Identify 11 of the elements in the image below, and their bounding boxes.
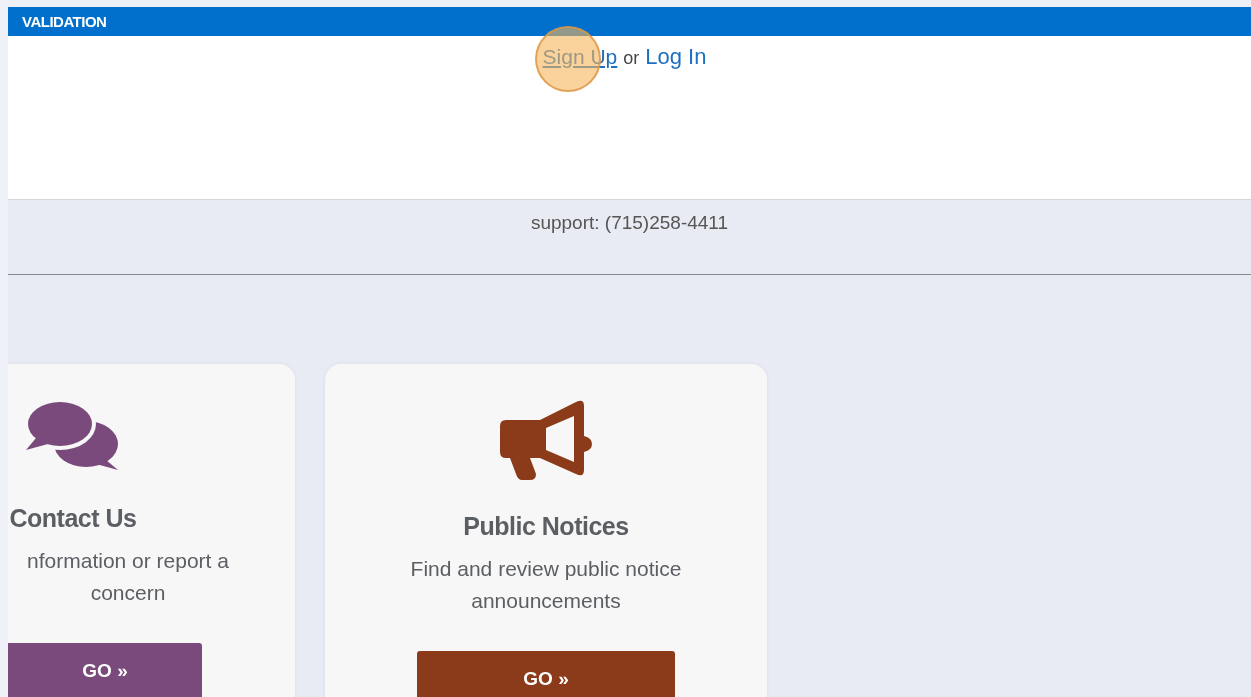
log-in-link[interactable]: Log In <box>645 44 707 70</box>
megaphone-icon <box>500 398 592 480</box>
separator-text: or <box>623 48 640 69</box>
go-button[interactable]: GO » <box>417 651 675 697</box>
header-bar: VALIDATION <box>8 7 1251 36</box>
card-title: Public Notices <box>463 512 629 541</box>
card-description: Find and review public notice announcements <box>409 556 683 614</box>
go-button[interactable]: GO » <box>8 643 202 697</box>
support-text: support: (715)258-4411 <box>530 212 729 235</box>
card-description: nformation or report a concern <box>26 548 230 606</box>
card-title: Contact Us <box>9 504 137 533</box>
